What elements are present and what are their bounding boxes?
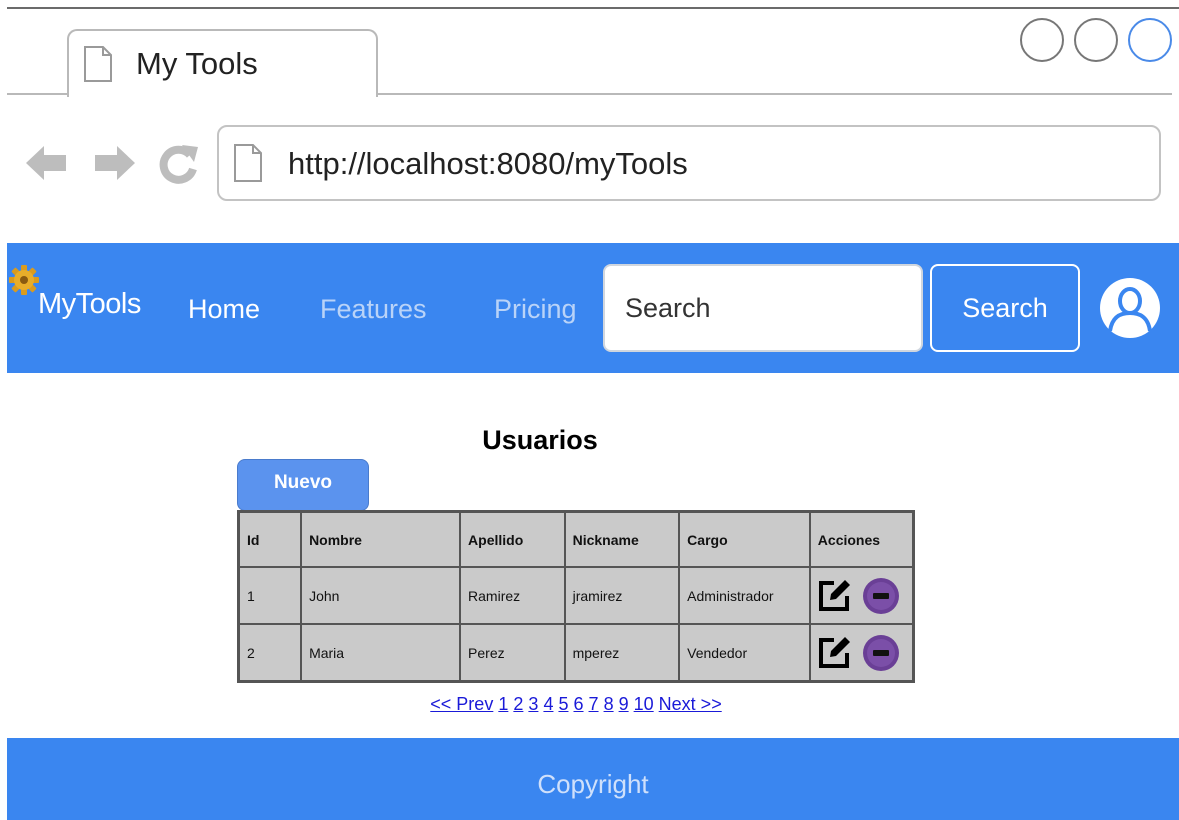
forward-arrow-icon[interactable] xyxy=(93,141,137,185)
pagination-page[interactable]: 5 xyxy=(558,694,568,714)
cell-id: 1 xyxy=(237,566,303,625)
document-icon xyxy=(84,46,112,82)
header-apellido: Apellido xyxy=(459,510,566,568)
cell-id: 2 xyxy=(237,623,303,683)
nav-pricing[interactable]: Pricing xyxy=(494,294,577,325)
cell-apellido: Ramirez xyxy=(459,566,566,625)
page-icon xyxy=(234,144,262,182)
copyright-text: Copyright xyxy=(537,769,649,799)
header-cargo: Cargo xyxy=(678,510,811,568)
delete-icon[interactable] xyxy=(862,634,900,672)
brand-name[interactable]: MyTools xyxy=(38,288,141,321)
page-title: Usuarios xyxy=(482,425,598,455)
cell-cargo: Administrador xyxy=(678,566,811,625)
gear-logo-icon xyxy=(9,265,39,295)
delete-icon[interactable] xyxy=(862,577,900,615)
header-acciones: Acciones xyxy=(808,510,915,568)
window-top-border xyxy=(7,7,1179,9)
pagination-page[interactable]: 3 xyxy=(528,694,538,714)
search-input[interactable] xyxy=(603,264,923,352)
pagination-page[interactable]: 8 xyxy=(604,694,614,714)
pagination-page[interactable]: 6 xyxy=(574,694,584,714)
reload-icon[interactable] xyxy=(156,141,200,185)
cell-acciones xyxy=(808,566,915,625)
header-nickname: Nickname xyxy=(563,510,681,568)
pagination-prev[interactable]: << Prev xyxy=(430,694,493,714)
nav-features[interactable]: Features xyxy=(320,294,427,325)
url-text: http://localhost:8080/myTools xyxy=(288,146,688,181)
minimize-button[interactable] xyxy=(1020,18,1064,62)
cell-apellido: Perez xyxy=(459,623,566,683)
cell-cargo: Vendedor xyxy=(678,623,811,683)
cell-nickname: jramirez xyxy=(563,566,681,625)
edit-icon[interactable] xyxy=(816,635,852,671)
back-arrow-icon[interactable] xyxy=(24,141,68,185)
pagination-page[interactable]: 4 xyxy=(543,694,553,714)
new-user-button[interactable]: Nuevo xyxy=(237,459,369,511)
cell-acciones xyxy=(808,623,915,683)
users-table: Id Nombre Apellido Nickname Cargo Accion… xyxy=(237,510,915,683)
tab-title: My Tools xyxy=(136,46,258,81)
pagination-page[interactable]: 1 xyxy=(498,694,508,714)
pagination-page[interactable]: 2 xyxy=(513,694,523,714)
pagination-page[interactable]: 9 xyxy=(619,694,629,714)
cell-nombre: John xyxy=(300,566,462,625)
header-nombre: Nombre xyxy=(300,510,462,568)
pagination: << Prev 1 2 3 4 5 6 7 8 9 10 Next >> xyxy=(237,694,915,715)
cell-nombre: Maria xyxy=(300,623,462,683)
maximize-button[interactable] xyxy=(1074,18,1118,62)
navbar: MyTools Home Features Pricing Search xyxy=(7,243,1179,373)
edit-icon[interactable] xyxy=(816,578,852,614)
address-bar[interactable]: http://localhost:8080/myTools xyxy=(217,125,1161,201)
browser-tab[interactable]: My Tools xyxy=(67,29,378,97)
user-avatar-icon[interactable] xyxy=(1099,277,1161,339)
table-row: 2 Maria Perez mperez Vendedor xyxy=(237,623,915,683)
pagination-next[interactable]: Next >> xyxy=(659,694,722,714)
close-button[interactable] xyxy=(1128,18,1172,62)
table-row: 1 John Ramirez jramirez Administrador xyxy=(237,566,915,625)
pagination-page[interactable]: 7 xyxy=(589,694,599,714)
header-id: Id xyxy=(237,510,303,568)
cell-nickname: mperez xyxy=(563,623,681,683)
search-button[interactable]: Search xyxy=(930,264,1080,352)
pagination-page[interactable]: 10 xyxy=(634,694,654,714)
nav-home[interactable]: Home xyxy=(188,294,260,325)
footer: Copyright xyxy=(7,738,1179,820)
table-header-row: Id Nombre Apellido Nickname Cargo Accion… xyxy=(237,510,915,568)
